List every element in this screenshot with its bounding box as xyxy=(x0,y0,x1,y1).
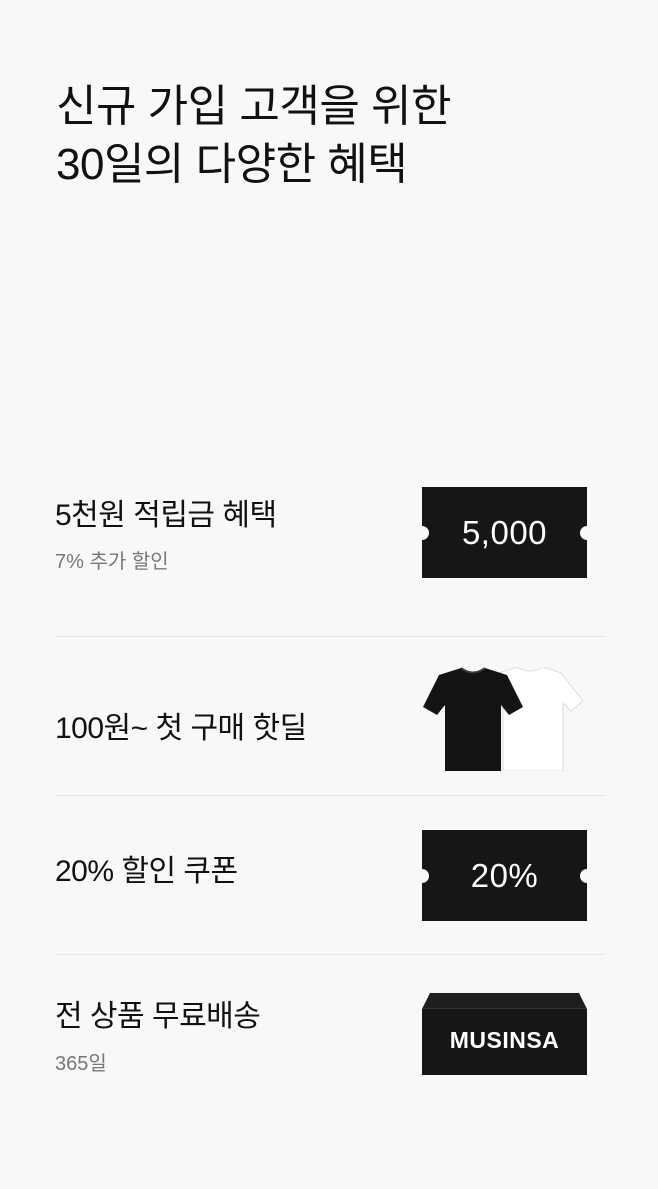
benefit-label: 20% 할인 쿠폰 xyxy=(55,855,238,888)
ticket-value: 20% xyxy=(470,856,539,894)
benefit-item-shipping: 전 상품 무료배송 365일 MUSINSA xyxy=(55,955,605,1113)
page-title: 신규 가입 고객을 위한 30일의 다양한 혜택 xyxy=(56,78,452,194)
box-brand-label: MUSINSA xyxy=(449,1027,560,1053)
points-ticket: 5,000 xyxy=(415,487,594,578)
benefit-item-points: 5천원 적립금 혜택 7% 추가 할인 5,000 xyxy=(55,478,605,637)
tshirts-image xyxy=(423,667,584,771)
title-line-2: 30일의 다양한 혜택 xyxy=(56,140,408,189)
benefit-label: 5천원 적립금 혜택 xyxy=(55,499,277,532)
benefit-item-coupon: 20% 할인 쿠폰 20% xyxy=(55,796,605,955)
benefit-list: 5천원 적립금 혜택 7% 추가 할인 5,000 100원~ 첫 구매 핫딜 … xyxy=(55,478,605,1113)
white-tshirt xyxy=(498,667,584,771)
coupon-ticket: 20% xyxy=(415,830,594,921)
benefit-sublabel: 365일 xyxy=(55,1053,107,1075)
title-line-1: 신규 가입 고객을 위한 xyxy=(56,82,452,131)
benefit-sublabel: 7% 추가 할인 xyxy=(55,551,169,573)
ticket-value: 5,000 xyxy=(461,513,548,551)
benefit-item-hotdeal: 100원~ 첫 구매 핫딜 xyxy=(55,637,605,796)
benefit-label: 100원~ 첫 구매 핫딜 xyxy=(55,712,307,745)
benefit-label: 전 상품 무료배송 xyxy=(55,1000,261,1033)
shipping-box-image: MUSINSA xyxy=(422,991,587,1075)
